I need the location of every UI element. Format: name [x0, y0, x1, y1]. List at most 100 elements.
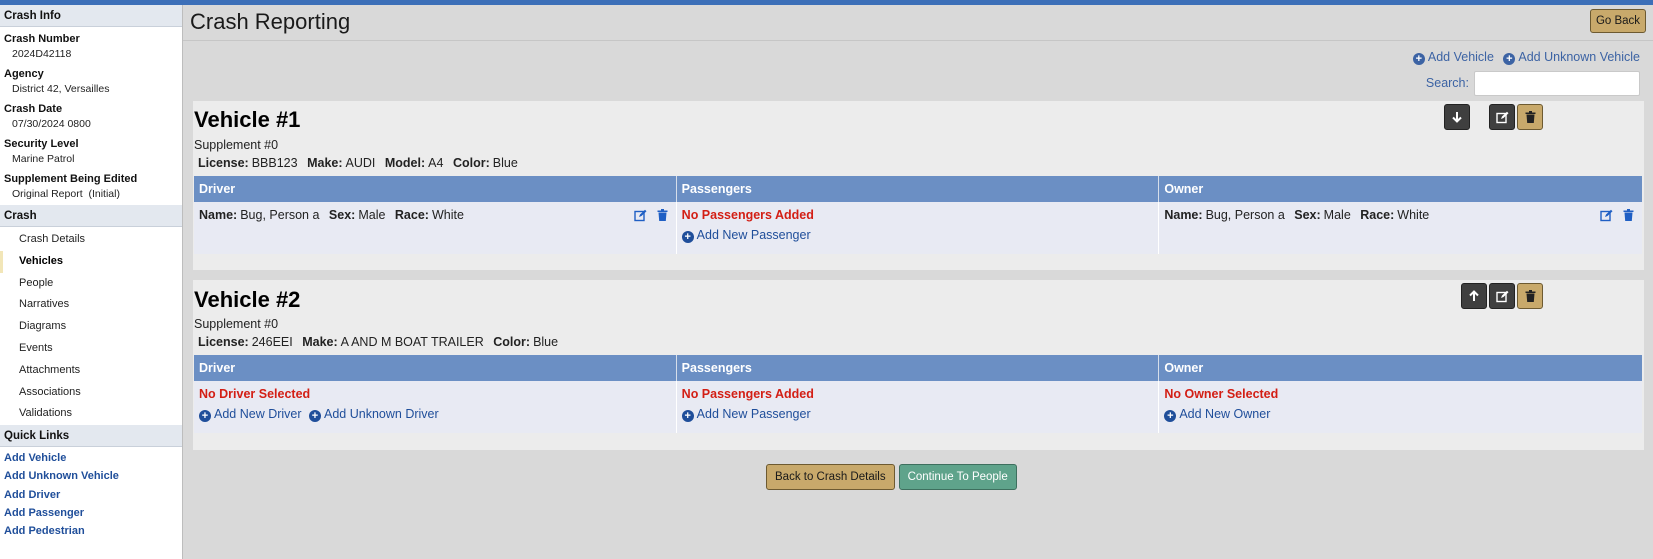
owner-race-value: White	[1397, 208, 1430, 222]
driver-cell: Name: Bug, Person a Sex: Male Race: White	[194, 202, 677, 254]
vehicle-actions: + Add Vehicle + Add Unknown Vehicle	[1407, 50, 1640, 65]
add-vehicle-label: Add Vehicle	[1427, 50, 1494, 64]
add-new-passenger-label: Add New Passenger	[696, 228, 811, 242]
quick-link-add-unknown-vehicle[interactable]: Add Unknown Vehicle	[0, 467, 182, 485]
supplement-value: Original Report (Initial)	[12, 188, 120, 200]
edit-vehicle-button[interactable]	[1489, 104, 1515, 130]
driver-sex-label: Sex:	[328, 208, 356, 222]
crash-date-label: Crash Date	[4, 103, 63, 115]
quick-links-header: Quick Links	[0, 425, 182, 448]
no-passengers-message: No Passengers Added	[681, 208, 814, 222]
sidebar-item-attachments[interactable]: Attachments	[0, 360, 182, 382]
plus-circle-icon: +	[199, 410, 211, 422]
arrow-up-icon	[1469, 290, 1479, 301]
move-up-button[interactable]	[1461, 283, 1487, 309]
quick-link-add-vehicle[interactable]: Add Vehicle	[0, 449, 182, 467]
main-content: Crash Reporting Go Back + Add Vehicle + Ad…	[183, 5, 1653, 559]
page-title: Crash Reporting	[190, 9, 351, 34]
search-label: Search:	[1425, 75, 1469, 90]
plus-circle-icon: +	[681, 410, 694, 422]
owner-name-value: Bug, Person a	[1205, 208, 1285, 222]
edit-icon[interactable]	[1600, 209, 1613, 222]
go-back-button[interactable]: Go Back	[1590, 9, 1646, 33]
add-unknown-driver-label: Add Unknown Driver	[324, 407, 439, 421]
supplement-label: Supplement Being Edited	[4, 173, 138, 185]
trash-icon[interactable]	[1623, 209, 1634, 221]
search-row: Search:	[1426, 71, 1640, 96]
vehicle-people-table: Driver Passengers Owner Name: Bug, Person…	[194, 176, 1642, 254]
driver-race-label: Race:	[394, 208, 429, 222]
crash-number-label: Crash Number	[4, 33, 80, 45]
sidebar-item-people[interactable]: People	[0, 273, 182, 295]
add-new-passenger-link[interactable]: + Add New Passenger	[681, 228, 811, 243]
owner-sex-label: Sex:	[1294, 208, 1321, 222]
add-new-owner-label: Add New Owner	[1179, 407, 1271, 421]
trash-icon[interactable]	[657, 209, 668, 221]
vehicle-supplement: Supplement #0	[194, 317, 279, 331]
add-vehicle-link[interactable]: + Add Vehicle	[1412, 50, 1494, 65]
sidebar-item-vehicles[interactable]: Vehicles	[0, 250, 182, 273]
add-new-owner-link[interactable]: + Add New Owner	[1164, 407, 1270, 422]
quick-link-add-pedestrian[interactable]: Add Pedestrian	[0, 522, 182, 540]
add-new-passenger-label: Add New Passenger	[696, 407, 811, 421]
vehicle-details: License: BBB123 Make: AUDI Model: A4 Color:…	[198, 156, 524, 170]
edit-vehicle-button[interactable]	[1489, 283, 1515, 309]
driver-actions	[633, 209, 668, 222]
no-driver-message: No Driver Selected	[199, 387, 311, 401]
continue-to-people-button[interactable]: Continue To People	[898, 464, 1017, 490]
sidebar-item-validations[interactable]: Validations	[0, 403, 182, 425]
owner-name-label: Name:	[1164, 208, 1203, 222]
sidebar-item-narratives[interactable]: Narratives	[0, 294, 182, 316]
agency-label: Agency	[4, 68, 44, 80]
passengers-cell: No Passengers Added + Add New Passenger	[677, 381, 1160, 433]
owner-actions	[1600, 209, 1634, 222]
driver-sex-value: Male	[358, 208, 386, 222]
search-input[interactable]	[1474, 71, 1640, 96]
add-unknown-driver-link[interactable]: + Add Unknown Driver	[309, 407, 439, 422]
vehicle-title: Vehicle #2	[194, 287, 301, 312]
model-value: A4	[428, 156, 444, 170]
security-level-value: Marine Patrol	[12, 153, 75, 165]
edit-icon	[1495, 290, 1508, 302]
quick-link-add-passenger[interactable]: Add Passenger	[0, 504, 182, 522]
owner-cell: No Owner Selected + Add New Owner	[1159, 381, 1642, 433]
delete-vehicle-button[interactable]	[1517, 104, 1543, 130]
sidebar-item-crash-details[interactable]: Crash Details	[0, 229, 182, 251]
sidebar-item-diagrams[interactable]: Diagrams	[0, 316, 182, 338]
plus-circle-icon: +	[1412, 53, 1425, 65]
make-label: Make:	[307, 156, 343, 170]
sidebar-item-associations[interactable]: Associations	[0, 382, 182, 404]
plus-circle-icon: +	[1503, 53, 1516, 65]
make-value: A AND M BOAT TRAILER	[340, 335, 484, 349]
quick-link-add-driver[interactable]: Add Driver	[0, 486, 182, 504]
owner-column-header: Owner	[1164, 182, 1204, 196]
arrow-down-icon	[1452, 112, 1462, 123]
security-level-label: Security Level	[4, 138, 79, 150]
add-new-driver-link[interactable]: + Add New Driver	[199, 407, 302, 422]
add-new-passenger-link[interactable]: + Add New Passenger	[681, 407, 811, 422]
color-value: Blue	[492, 156, 518, 170]
vehicle-title: Vehicle #1	[194, 107, 301, 132]
no-owner-message: No Owner Selected	[1164, 387, 1279, 401]
crash-info-block: Crash Number 2024D42118 Agency District …	[0, 27, 182, 205]
move-down-button[interactable]	[1444, 104, 1470, 130]
driver-name-label: Name:	[199, 208, 238, 222]
model-label: Model:	[384, 156, 426, 170]
back-to-crash-details-button[interactable]: Back to Crash Details	[766, 464, 895, 490]
page-header: Crash Reporting Go Back	[183, 5, 1653, 41]
vehicle-details: License: 246EEI Make: A AND M BOAT TRAILER…	[198, 335, 564, 349]
trash-icon	[1525, 290, 1535, 302]
sidebar-item-events[interactable]: Events	[0, 338, 182, 360]
driver-cell: No Driver Selected + Add New Driver + Add …	[194, 381, 677, 433]
crash-info-header: Crash Info	[0, 5, 182, 27]
vehicle-supplement: Supplement #0	[194, 138, 279, 152]
crash-section-header: Crash	[0, 205, 182, 227]
driver-name-value: Bug, Person a	[240, 208, 320, 222]
owner-column-header: Owner	[1164, 361, 1204, 375]
delete-vehicle-button[interactable]	[1517, 283, 1543, 309]
make-label: Make:	[302, 335, 338, 349]
owner-cell: Name: Bug, Person a Sex: Male Race: White	[1159, 202, 1642, 254]
edit-icon[interactable]	[633, 209, 647, 222]
edit-icon	[1495, 111, 1508, 123]
add-unknown-vehicle-link[interactable]: + Add Unknown Vehicle	[1503, 50, 1640, 65]
